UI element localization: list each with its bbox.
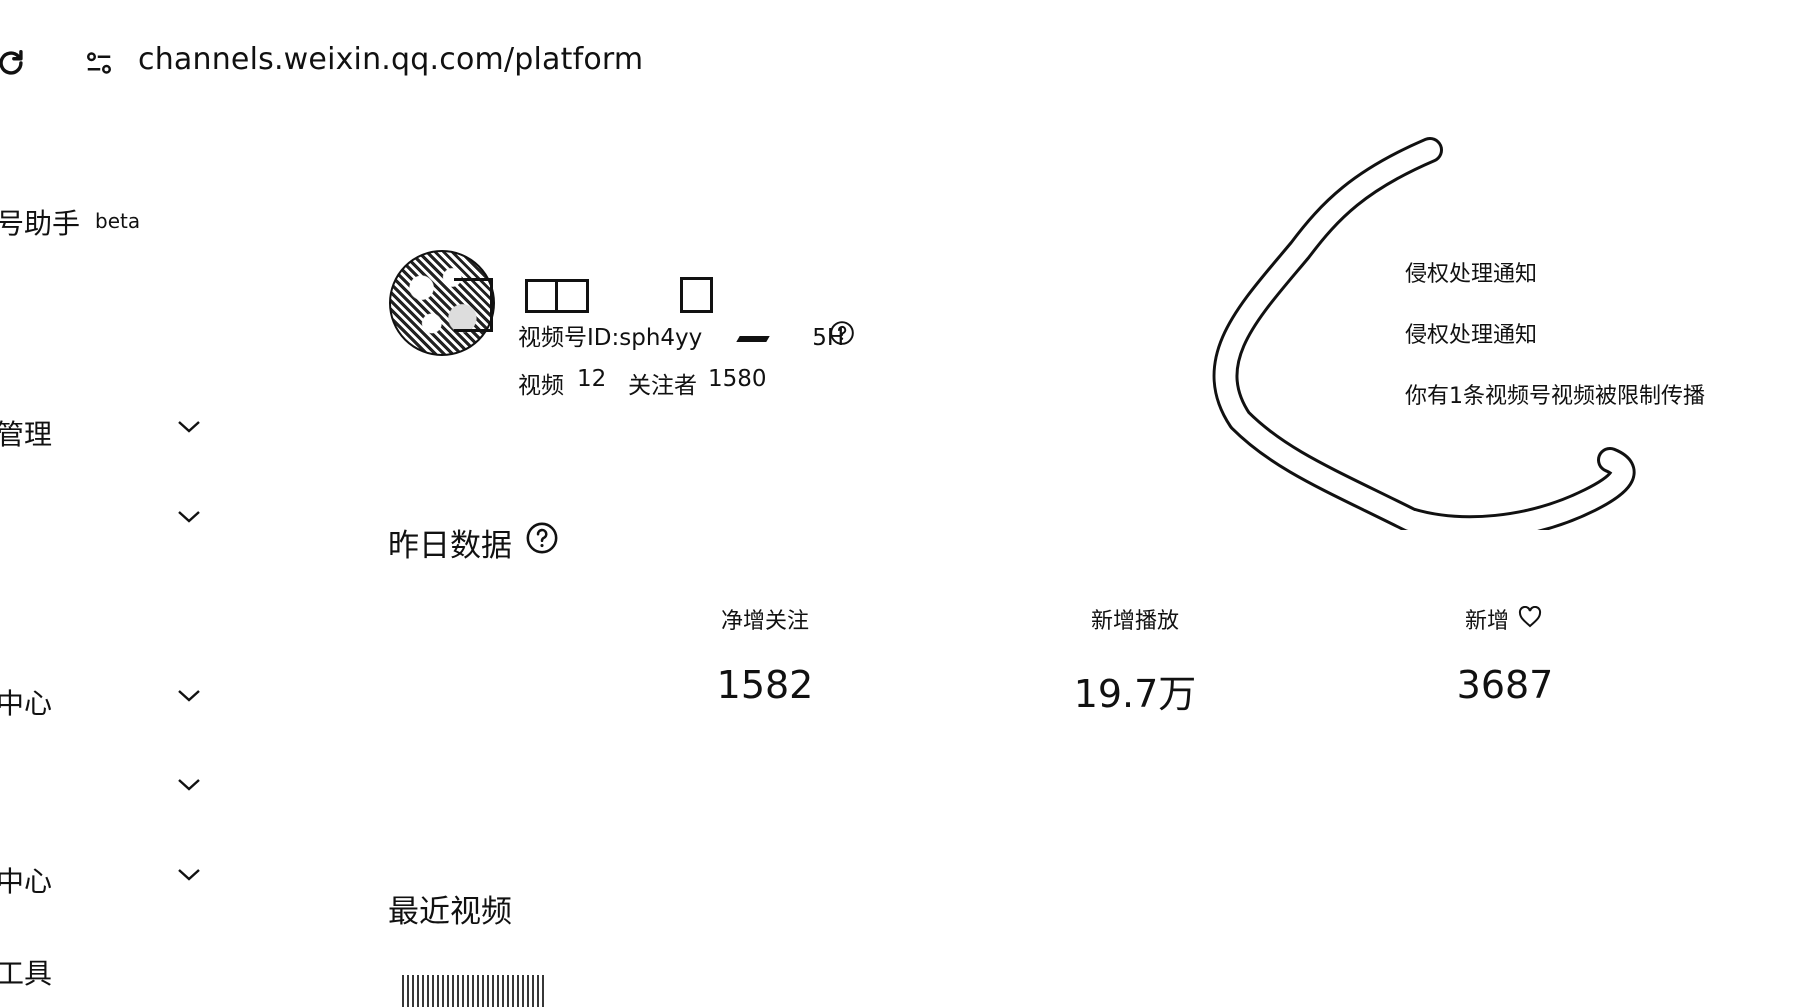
follower-count-value: 1580 (708, 366, 767, 392)
stat-value-net-follows: 1582 (716, 663, 814, 707)
heart-icon (1518, 606, 1542, 628)
avatar-edit-frame (454, 278, 493, 332)
stat-value-new-plays: 19.7万 (1073, 672, 1197, 716)
chevron-down-icon[interactable] (176, 687, 202, 705)
channel-id: 视频号ID:sph4yy 5H (518, 318, 844, 352)
notification-item[interactable]: 你有1条视频号视频被限制传播 (1405, 378, 1705, 410)
chevron-down-icon[interactable] (176, 866, 202, 884)
sidebar-item-center-2[interactable]: 中心 (0, 860, 52, 900)
stat-label-new-plays: 新增播放 (1090, 609, 1180, 634)
video-count-value: 12 (577, 366, 607, 392)
follower-count-label: 关注者 (628, 373, 697, 399)
stat-label-net-follows: 净增关注 (720, 609, 810, 634)
refresh-icon[interactable] (0, 46, 28, 80)
notification-item[interactable]: 侵权处理通知 (1405, 256, 1537, 288)
stat-label-new-likes: 新增 (1464, 609, 1510, 634)
sidebar-item-management[interactable]: 管理 (0, 413, 52, 453)
chevron-down-icon[interactable] (176, 508, 202, 526)
channel-name-glyph (680, 277, 713, 313)
beta-badge: beta (95, 209, 141, 233)
redaction-mark (702, 322, 772, 348)
channel-id-prefix: 视频号ID:sph4yy (518, 325, 703, 351)
channel-name-glyph (525, 279, 589, 313)
section-title-recent-videos: 最近视频 (388, 894, 512, 930)
section-title-yesterday: 昨日数据 (388, 528, 512, 564)
address-bar-url[interactable]: channels.weixin.qq.com/platform (138, 42, 643, 77)
chevron-down-icon[interactable] (176, 418, 202, 436)
help-icon[interactable] (525, 521, 559, 555)
notification-item[interactable]: 侵权处理通知 (1405, 317, 1537, 349)
site-settings-icon[interactable] (84, 48, 114, 78)
sidebar-item-center-1[interactable]: 中心 (0, 682, 52, 722)
stat-value-new-likes: 3687 (1456, 663, 1554, 707)
help-icon[interactable] (829, 320, 855, 346)
sidebar-item-tools[interactable]: 工具 (0, 952, 52, 992)
video-count-label: 视频 (518, 373, 564, 399)
sidebar-brand-title: 号助手 (0, 207, 81, 240)
video-thumbnail[interactable] (402, 975, 544, 1007)
chevron-down-icon[interactable] (176, 776, 202, 794)
